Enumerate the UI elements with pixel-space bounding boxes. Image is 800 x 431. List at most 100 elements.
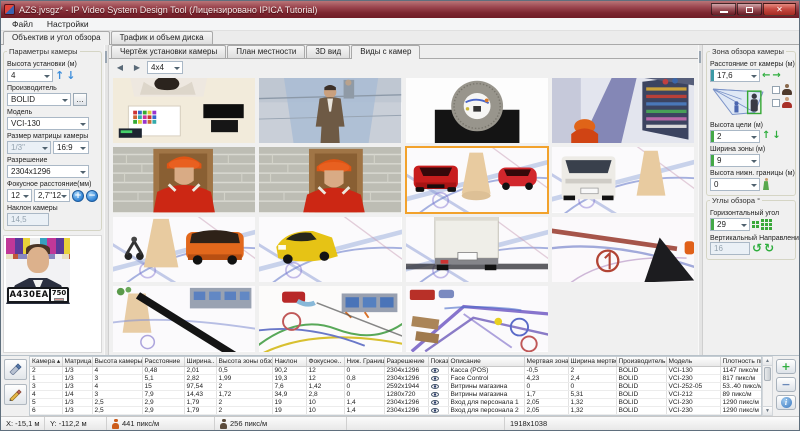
camera-view-parking-box-truck[interactable] xyxy=(406,217,548,282)
height-down-icon[interactable]: ↓ xyxy=(66,70,75,81)
camera-row-2[interactable]: 21/340,482,010,590,21202304x1296Касса (P… xyxy=(30,367,762,375)
close-button[interactable]: ✕ xyxy=(763,3,796,16)
column-header-14[interactable]: Производитель xyxy=(616,357,666,367)
column-header-12[interactable]: Мертвая зона xyxy=(524,357,568,367)
column-header-4[interactable]: Ширина.. xyxy=(184,357,216,367)
main-tab-0[interactable]: Объектив и угол обзора xyxy=(3,31,110,45)
visible-eye-icon[interactable] xyxy=(431,376,439,381)
visible-eye-icon[interactable] xyxy=(431,408,439,413)
column-header-10[interactable]: Показ.. xyxy=(428,357,448,367)
sensor-size-select[interactable]: 1/3" xyxy=(7,141,51,154)
focal-range-select[interactable]: 2,7''12 xyxy=(34,189,70,202)
resolution-select[interactable]: 2304x1296 xyxy=(7,165,89,178)
camera-view-staff-entrance-2[interactable] xyxy=(259,147,401,212)
column-header-3[interactable]: Расстояние xyxy=(142,357,184,367)
aspect-16-9-icon[interactable] xyxy=(761,219,772,230)
camera-view-parking-red-cars[interactable] xyxy=(406,147,548,212)
camera-row-5[interactable]: 51/32,52,91,79219101,42304x1296Вход для … xyxy=(30,399,762,407)
menu-item-0[interactable]: Файл xyxy=(5,18,40,30)
column-header-11[interactable]: Описание xyxy=(448,357,524,367)
add-camera-button[interactable]: + xyxy=(776,359,796,374)
height-up-icon[interactable]: ↑ xyxy=(55,70,64,81)
target-down-icon[interactable]: ↓ xyxy=(772,131,780,141)
camera-view-siteplan-mark-1[interactable] xyxy=(552,217,694,282)
camera-view-siteplan-colored-curves[interactable] xyxy=(259,286,401,351)
left-splitter[interactable] xyxy=(104,45,109,355)
camera-view-pos-counter-topdown[interactable] xyxy=(113,78,255,143)
right-splitter[interactable] xyxy=(698,45,703,355)
column-header-16[interactable]: Плотность пикс.. xyxy=(720,357,762,367)
scroll-up-icon[interactable]: ▲ xyxy=(763,357,772,366)
eraser-tool-button[interactable] xyxy=(4,359,27,380)
column-header-9[interactable]: Разрешение xyxy=(384,357,428,367)
visible-eye-icon[interactable] xyxy=(431,392,439,397)
show-person-1-checkbox[interactable] xyxy=(772,86,780,94)
scrollbar-thumb[interactable] xyxy=(764,367,771,381)
camera-info-button[interactable]: i xyxy=(776,395,796,410)
column-header-8[interactable]: Ниж. Граница xyxy=(344,357,384,367)
prev-view-button[interactable]: ◀ xyxy=(113,61,127,74)
minimize-button[interactable] xyxy=(711,3,736,16)
next-view-button[interactable]: ▶ xyxy=(130,61,144,74)
person-detection-icon xyxy=(112,419,119,429)
camera-view-empty xyxy=(552,286,694,351)
focal-length-select[interactable]: 12 xyxy=(7,189,32,202)
install-height-select[interactable]: 4 xyxy=(7,69,53,82)
distance-increase-icon[interactable]: → xyxy=(772,71,780,81)
camera-view-siteplan-black-line[interactable] xyxy=(113,286,255,351)
camera-view-staff-entrance-1[interactable] xyxy=(113,147,255,212)
visible-eye-icon[interactable] xyxy=(431,400,439,405)
camera-view-face-control-entrance[interactable] xyxy=(259,78,401,143)
target-height-select[interactable]: 2 xyxy=(710,130,760,143)
zoom-out-button[interactable]: − xyxy=(86,190,98,202)
scroll-down-icon[interactable]: ▼ xyxy=(763,406,772,415)
main-tab-1[interactable]: Трафик и объем диска xyxy=(111,31,213,44)
camera-row-3[interactable]: 31/341597,5427,61,4202592x1944Витрины ма… xyxy=(30,383,762,391)
zoom-in-button[interactable]: + xyxy=(72,190,84,202)
aspect-4-3-icon[interactable] xyxy=(752,221,759,228)
show-person-2-checkbox[interactable] xyxy=(772,99,780,107)
views-toolbar: ◀ ▶ 4x4 xyxy=(109,59,698,76)
table-scrollbar[interactable]: ▲ ▼ xyxy=(762,356,773,417)
column-header-15[interactable]: Модель xyxy=(666,357,720,367)
menu-item-1[interactable]: Настройки xyxy=(40,18,96,30)
zone-width-select[interactable]: 9 xyxy=(710,154,760,167)
camera-view-parking-white-van[interactable] xyxy=(552,147,694,212)
grid-layout-select[interactable]: 4x4 xyxy=(147,61,183,74)
vendor-more-button[interactable]: … xyxy=(73,93,87,106)
camera-view-siteplan-overview[interactable] xyxy=(406,286,548,351)
view-tab-3[interactable]: Виды с камер xyxy=(351,45,420,59)
camera-view-parking-yellow-car[interactable] xyxy=(259,217,401,282)
camera-row-6[interactable]: 61/32,52,91,79219101,42304x1296Вход для … xyxy=(30,407,762,415)
view-tab-2[interactable]: 3D вид xyxy=(306,45,350,58)
column-header-1[interactable]: Матрица xyxy=(62,357,92,367)
column-header-5[interactable]: Высота зоны обзора xyxy=(216,357,272,367)
distance-decrease-icon[interactable]: ← xyxy=(762,71,770,81)
column-header-6[interactable]: Наклон xyxy=(272,357,306,367)
rotate-ccw-icon[interactable]: ↺ xyxy=(752,242,762,254)
column-header-2[interactable]: Высота камеры xyxy=(92,357,142,367)
target-up-icon[interactable]: ↑ xyxy=(762,131,770,141)
remove-camera-button[interactable]: − xyxy=(776,377,796,392)
camera-view-parking-orange-suv[interactable] xyxy=(113,217,255,282)
pencil-tool-button[interactable] xyxy=(4,384,27,405)
column-header-7[interactable]: Фокусное.. xyxy=(306,357,344,367)
aspect-ratio-select[interactable]: 16:9 xyxy=(53,141,89,154)
view-tab-0[interactable]: Чертёж установки камеры xyxy=(111,45,226,58)
rotate-cw-icon[interactable]: ↻ xyxy=(764,242,774,254)
distance-select[interactable]: 17,6 xyxy=(710,69,760,82)
column-header-13[interactable]: Ширина мертвой.. xyxy=(568,357,616,367)
bottom-border-select[interactable]: 0 xyxy=(710,178,760,191)
view-tab-1[interactable]: План местности xyxy=(227,45,305,58)
column-header-0[interactable]: Камера ▴ xyxy=(30,357,62,367)
horizontal-angle-select[interactable]: 29 xyxy=(710,218,750,231)
camera-row-4[interactable]: 41/437,914,431,7234,92,801280x720Витрины… xyxy=(30,391,762,399)
visible-eye-icon[interactable] xyxy=(431,368,439,373)
vendor-select[interactable]: BOLID xyxy=(7,93,71,106)
visible-eye-icon[interactable] xyxy=(431,384,439,389)
restore-button[interactable] xyxy=(737,3,762,16)
camera-view-store-aisle-shelves[interactable] xyxy=(552,78,694,143)
model-select[interactable]: VCI-130 xyxy=(7,117,89,130)
camera-row-1[interactable]: 11/335,12,821,9919,3120,82304x1296Face C… xyxy=(30,375,762,383)
camera-view-fisheye-ceiling[interactable] xyxy=(406,78,548,143)
